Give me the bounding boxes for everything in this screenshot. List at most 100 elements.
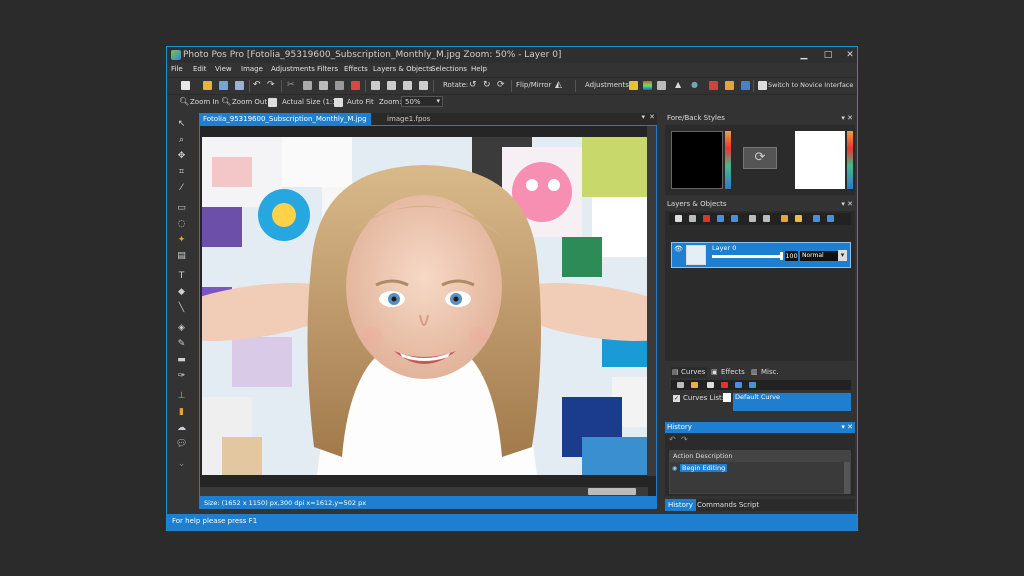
- menu-selections[interactable]: Selections: [431, 65, 467, 73]
- levels-icon[interactable]: [657, 81, 666, 90]
- zoom-select[interactable]: 50% ▾: [401, 96, 443, 107]
- copy-icon[interactable]: [303, 81, 312, 90]
- tab-effects[interactable]: Effects: [721, 368, 745, 376]
- curve-up-icon[interactable]: [735, 382, 742, 388]
- brush-tool-icon[interactable]: ✎: [176, 339, 187, 349]
- history-item[interactable]: Begin Editing: [680, 464, 728, 472]
- layer-mask-icon[interactable]: [795, 215, 802, 222]
- panel-controls-icon[interactable]: ▾ ✕: [841, 113, 853, 124]
- image-canvas[interactable]: [199, 125, 657, 497]
- lasso-tool-icon[interactable]: ◌: [176, 219, 187, 229]
- layer-style-icon[interactable]: [781, 215, 788, 222]
- new-layer-icon[interactable]: [675, 215, 682, 222]
- text-tool-icon[interactable]: T: [176, 271, 187, 281]
- hue-icon[interactable]: [741, 81, 750, 90]
- maximize-button[interactable]: □: [817, 48, 839, 62]
- save-icon[interactable]: [219, 81, 228, 90]
- menu-view[interactable]: View: [215, 65, 232, 73]
- history-redo-icon[interactable]: ↷: [681, 435, 688, 444]
- background-color-swatch[interactable]: [795, 131, 845, 189]
- magic-wand-tool-icon[interactable]: ✦: [176, 235, 187, 245]
- zoom-in-button[interactable]: Zoom In: [190, 98, 219, 106]
- undo-icon[interactable]: ↶: [253, 80, 261, 90]
- opacity-input[interactable]: 100: [785, 251, 798, 261]
- color-balance-icon[interactable]: [643, 81, 652, 90]
- selection-brush-tool-icon[interactable]: ▤: [176, 251, 187, 261]
- menu-help[interactable]: Help: [471, 65, 487, 73]
- tab-misc[interactable]: Misc.: [761, 368, 779, 376]
- zoom-in-icon[interactable]: 🔍︎: [179, 97, 189, 106]
- move-tool-icon[interactable]: ✥: [176, 151, 187, 161]
- photo-fix-icon[interactable]: [725, 81, 734, 90]
- curves-list-checkbox[interactable]: ✓: [673, 395, 680, 402]
- red-eye-icon[interactable]: [709, 81, 718, 90]
- panel-controls-icon[interactable]: ▾ ✕: [841, 422, 853, 433]
- eyedropper-tool-icon[interactable]: ⁄: [176, 183, 187, 193]
- more-tools-icon[interactable]: ⌄: [176, 459, 187, 469]
- delete-layer-icon[interactable]: [703, 215, 710, 222]
- shape-tool-icon[interactable]: ◆: [176, 287, 187, 297]
- open-folder-icon[interactable]: [203, 81, 212, 90]
- delete-curve-icon[interactable]: [721, 382, 728, 388]
- resize-icon[interactable]: [387, 81, 396, 90]
- horizontal-scroll-thumb[interactable]: [588, 488, 636, 495]
- cut-icon[interactable]: ✂: [287, 80, 295, 90]
- tab-commands-script[interactable]: Commands Script: [697, 499, 759, 511]
- canvas-icon[interactable]: [403, 81, 412, 90]
- open-curve-icon[interactable]: [691, 382, 698, 388]
- brightness-icon[interactable]: [629, 81, 638, 90]
- new-file-icon[interactable]: [181, 81, 190, 90]
- zoom-out-button[interactable]: Zoom Out: [232, 98, 267, 106]
- rotate-free-icon[interactable]: ⟳: [497, 80, 505, 90]
- panel-controls-icon[interactable]: ▾ ✕: [841, 199, 853, 210]
- auto-fit-button[interactable]: Auto Fit: [347, 98, 374, 106]
- flip-icon[interactable]: ◭: [555, 80, 562, 90]
- layer-row-layer0[interactable]: 👁︎ Layer 0 100 Normal ▾: [671, 242, 851, 268]
- rect-select-tool-icon[interactable]: ▭: [176, 203, 187, 213]
- background-style-icons[interactable]: [847, 131, 853, 189]
- save-curve-icon[interactable]: [677, 382, 684, 388]
- actual-size-icon[interactable]: [268, 98, 277, 107]
- zoom-out-icon[interactable]: 🔍︎: [221, 97, 231, 106]
- opacity-slider-handle[interactable]: [780, 252, 783, 260]
- tab-image1[interactable]: image1.fpos: [387, 113, 430, 125]
- photo-image[interactable]: [202, 137, 648, 475]
- sharpen-icon[interactable]: ▲: [675, 80, 681, 89]
- menu-adjustments[interactable]: Adjustments: [271, 65, 315, 73]
- horizontal-scrollbar[interactable]: [200, 487, 648, 496]
- grid-icon[interactable]: [419, 81, 428, 90]
- foreground-style-icons[interactable]: [725, 131, 731, 189]
- tab-list-icon[interactable]: ▾: [641, 113, 645, 121]
- move-bottom-icon[interactable]: [827, 215, 834, 222]
- history-scrollbar[interactable]: [844, 462, 850, 494]
- pen-tool-icon[interactable]: ✑: [176, 371, 187, 381]
- merge-layer-icon[interactable]: [749, 215, 756, 222]
- tab-fotolia-image[interactable]: Fotolia_95319600_Subscription_Monthly_M.…: [199, 113, 371, 125]
- menu-filters[interactable]: Filters: [317, 65, 338, 73]
- actual-size-button[interactable]: Actual Size (1:1): [282, 98, 339, 106]
- redo-icon[interactable]: ↷: [267, 80, 275, 90]
- move-down-icon[interactable]: [813, 215, 820, 222]
- new-curve-icon[interactable]: [707, 382, 714, 388]
- stamp-tool-icon[interactable]: ⊥: [176, 391, 187, 401]
- menu-edit[interactable]: Edit: [193, 65, 207, 73]
- curves-list-select[interactable]: Default Curve: [733, 393, 851, 411]
- line-tool-icon[interactable]: ╲: [176, 303, 187, 313]
- crop-icon[interactable]: [371, 81, 380, 90]
- foreground-color-swatch[interactable]: [671, 131, 723, 189]
- blend-mode-select[interactable]: Normal: [800, 251, 838, 261]
- auto-fit-icon[interactable]: [334, 98, 343, 107]
- crop-tool-icon[interactable]: ⌗: [176, 167, 187, 177]
- blur-icon[interactable]: ●: [691, 80, 698, 89]
- eraser-tool-icon[interactable]: ▬: [176, 355, 187, 365]
- fill-tool-icon[interactable]: ◈: [176, 323, 187, 333]
- layer-up-icon[interactable]: [717, 215, 724, 222]
- visibility-eye-icon[interactable]: 👁︎: [674, 245, 683, 253]
- swap-colors-icon[interactable]: ⟳: [743, 147, 777, 169]
- duplicate-layer-icon[interactable]: [689, 215, 696, 222]
- curve-down-icon[interactable]: [749, 382, 756, 388]
- menu-effects[interactable]: Effects: [344, 65, 368, 73]
- rotate-right-icon[interactable]: ↻: [483, 80, 491, 90]
- paste-icon[interactable]: [319, 81, 328, 90]
- flatten-icon[interactable]: [763, 215, 770, 222]
